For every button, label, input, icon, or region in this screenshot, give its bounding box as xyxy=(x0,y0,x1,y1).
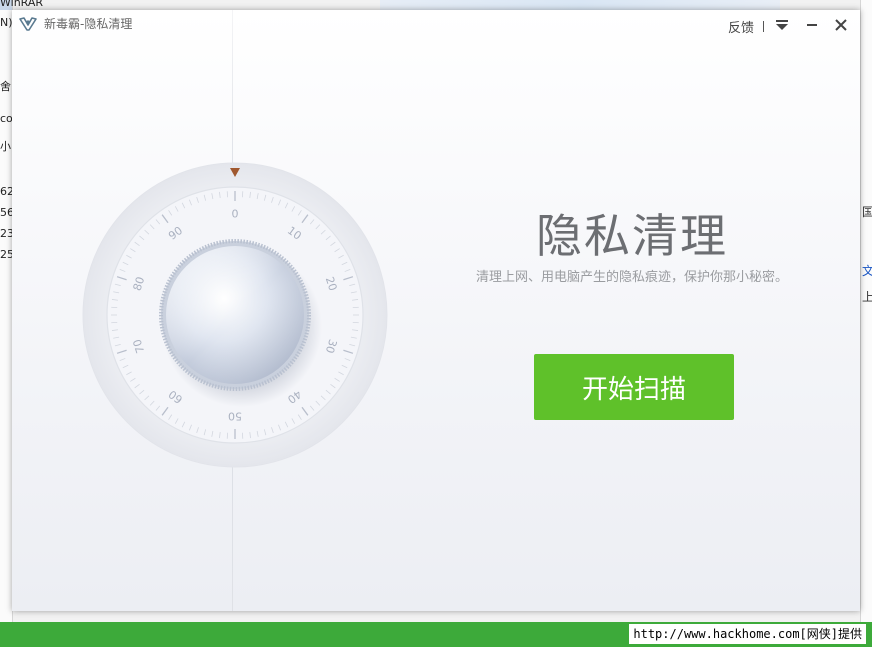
background-link-fragment: 文 xyxy=(862,264,872,278)
background-text-fragment: 小 xyxy=(0,140,11,153)
background-right-window xyxy=(860,0,872,622)
watermark-text: http://www.hackhome.com[网侠]提供 xyxy=(629,624,866,644)
page-headline: 隐私清理 xyxy=(536,209,728,263)
title-separator xyxy=(763,21,764,32)
close-button[interactable] xyxy=(832,16,850,34)
background-text-fragment: N) xyxy=(0,16,13,29)
menu-dropdown-button[interactable] xyxy=(773,16,791,34)
background-text-fragment: 国 xyxy=(862,205,872,219)
window-title: 新毒霸-隐私清理 xyxy=(44,17,133,31)
background-text-fragment: 舍 xyxy=(0,80,11,93)
safe-dial: 0 10 20 30 40 50 60 70 80 90 xyxy=(70,155,400,485)
knob-sheen xyxy=(166,246,304,384)
duba-logo-icon xyxy=(19,17,37,31)
privacy-cleaner-window: 新毒霸-隐私清理 反馈 0 10 20 30 40 50 60 70 80 90… xyxy=(12,10,860,611)
minimize-button[interactable] xyxy=(803,16,821,34)
menu-dropdown-icon xyxy=(776,20,788,30)
minimize-icon xyxy=(807,24,817,26)
feedback-link[interactable]: 反馈 xyxy=(728,17,754,36)
background-text-fragment: 上行 xyxy=(862,290,872,304)
taskbar: http://www.hackhome.com[网侠]提供 xyxy=(0,622,872,647)
background-text-fragment: co xyxy=(0,112,13,125)
title-bar[interactable]: 新毒霸-隐私清理 反馈 xyxy=(12,10,860,40)
background-text-fragment: WinRAR xyxy=(0,0,44,9)
dial-tick-label: 50 xyxy=(228,410,242,423)
page-subtitle: 清理上网、用电脑产生的隐私痕迹，保护你那小秘密。 xyxy=(475,270,788,285)
start-scan-button[interactable]: 开始扫描 xyxy=(534,354,734,420)
close-icon xyxy=(835,19,847,31)
dial-tick-label: 0 xyxy=(232,208,239,221)
safe-dial-graphic: 0102030405060708090 xyxy=(82,162,388,468)
